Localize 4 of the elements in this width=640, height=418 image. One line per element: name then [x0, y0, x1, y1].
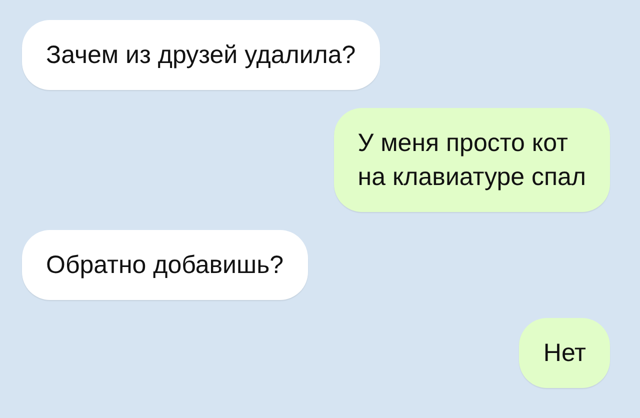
message-bubble: Зачем из друзей удалила? — [22, 20, 380, 90]
message-bubble: У меня просто кот на клавиатуре спал — [334, 108, 610, 212]
message-bubble: Нет — [519, 318, 610, 388]
message-bubble: Обратно добавишь? — [22, 230, 308, 300]
